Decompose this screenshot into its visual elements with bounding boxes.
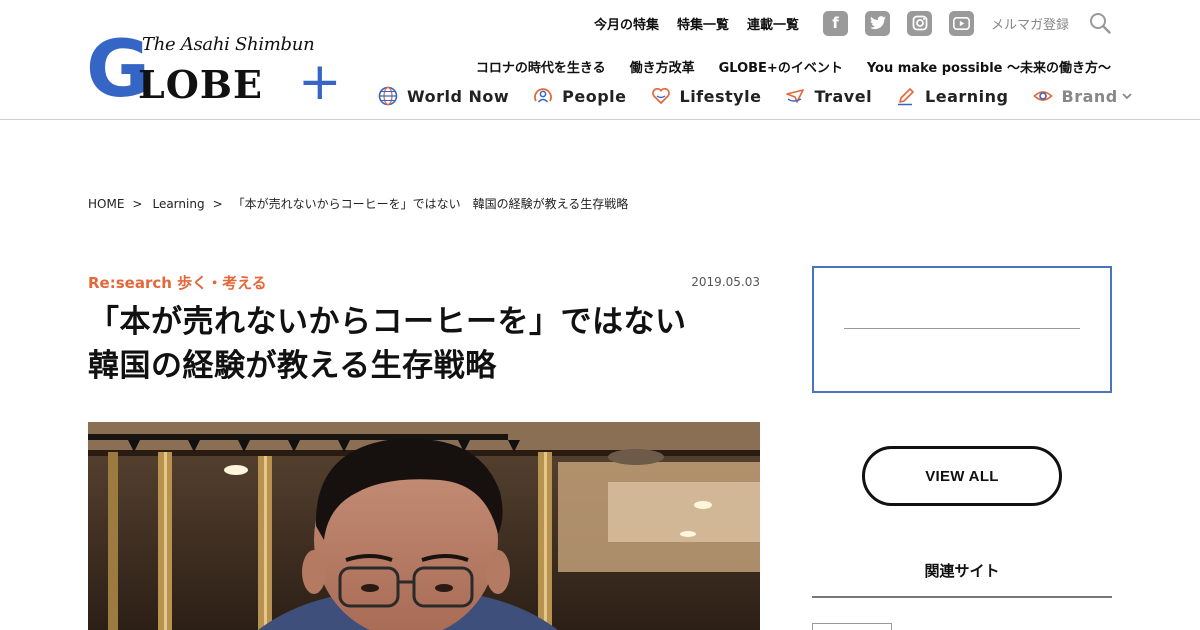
- globe-icon: [378, 86, 398, 106]
- category-world-now[interactable]: World Now: [378, 86, 509, 106]
- chevron-down-icon: [1122, 90, 1132, 103]
- utility-nav: 今月の特集 特集一覧 連載一覧 f メルマガ登録: [594, 10, 1111, 36]
- twitter-icon[interactable]: [865, 10, 891, 36]
- breadcrumb-separator: >: [132, 196, 143, 211]
- breadcrumb-current-article: 「本が売れないからコーヒーを」ではない 韓国の経験が教える生存戦略: [232, 197, 629, 211]
- eye-icon: [1032, 91, 1053, 101]
- article-title-line: 韓国の経験が教える生存戦略: [88, 348, 497, 384]
- pencil-icon: [898, 88, 914, 106]
- feature-link-work-reform[interactable]: 働き方改革: [630, 57, 695, 76]
- globe-plus-logo[interactable]: The Asahi Shimbun G LOBE +: [86, 31, 346, 112]
- related-sites-divider: [812, 596, 1112, 598]
- category-people[interactable]: People: [533, 86, 626, 106]
- breadcrumb-home[interactable]: HOME: [88, 197, 124, 211]
- instagram-icon[interactable]: [907, 10, 933, 36]
- category-learning[interactable]: Learning: [896, 86, 1008, 106]
- category-label: Learning: [925, 86, 1009, 106]
- related-site-thumbnail[interactable]: [812, 623, 892, 630]
- category-label: People: [562, 86, 627, 106]
- publish-date: 2019.05.03: [691, 275, 760, 289]
- newsletter-signup-link[interactable]: メルマガ登録: [991, 14, 1069, 33]
- site-header: The Asahi Shimbun G LOBE + 今月の特集 特集一覧 連載…: [0, 0, 1200, 120]
- category-label: Travel: [814, 86, 873, 106]
- article-title-line: 「本が売れないからコーヒーを」ではない: [88, 304, 687, 340]
- series-label[interactable]: Re:search 歩く・考える: [88, 272, 267, 293]
- breadcrumb-separator: >: [212, 196, 223, 211]
- util-link-feature-list[interactable]: 特集一覧: [677, 14, 729, 33]
- article-title: 「本が売れないからコーヒーを」ではない 韓国の経験が教える生存戦略: [88, 300, 768, 388]
- breadcrumb: HOME > Learning > 「本が売れないからコーヒーを」ではない 韓国…: [88, 195, 628, 212]
- breadcrumb-category[interactable]: Learning: [152, 197, 204, 211]
- plane-icon: [786, 89, 805, 103]
- category-nav: World Now People Lifestyle Travel Learni…: [378, 84, 1132, 108]
- search-icon[interactable]: [1089, 12, 1111, 34]
- related-sites-heading: 関連サイト: [924, 562, 1000, 580]
- category-label: Brand: [1061, 86, 1118, 106]
- facebook-icon[interactable]: f: [823, 10, 849, 36]
- hero-photo-illustration: [88, 422, 760, 630]
- logo-tagline: The Asahi Shimbun: [142, 34, 315, 55]
- category-brand-dropdown[interactable]: Brand: [1032, 86, 1132, 106]
- heart-icon: [651, 87, 670, 105]
- category-travel[interactable]: Travel: [785, 86, 872, 106]
- category-lifestyle[interactable]: Lifestyle: [651, 86, 762, 106]
- article-hero-photo: [88, 422, 760, 630]
- sidebar-ad-box[interactable]: [812, 266, 1112, 393]
- ad-box-divider: [844, 328, 1080, 329]
- social-links: f: [823, 10, 991, 36]
- feature-link-corona[interactable]: コロナの時代を生きる: [476, 57, 606, 76]
- category-label: Lifestyle: [679, 86, 762, 106]
- category-label: World Now: [407, 86, 510, 106]
- view-all-button[interactable]: VIEW ALL: [862, 446, 1062, 506]
- people-icon: [534, 88, 553, 103]
- feature-link-future-work[interactable]: You make possible ～未来の働き方～: [867, 57, 1111, 76]
- youtube-icon[interactable]: [949, 10, 975, 36]
- logo-letters-lobe: LOBE: [138, 62, 263, 107]
- feature-link-events[interactable]: GLOBE+のイベント: [719, 57, 843, 76]
- util-link-series-list[interactable]: 連載一覧: [747, 14, 799, 33]
- logo-plus: +: [298, 52, 342, 112]
- feature-nav: コロナの時代を生きる 働き方改革 GLOBE+のイベント You make po…: [452, 56, 1111, 76]
- util-link-monthly-feature[interactable]: 今月の特集: [594, 14, 659, 33]
